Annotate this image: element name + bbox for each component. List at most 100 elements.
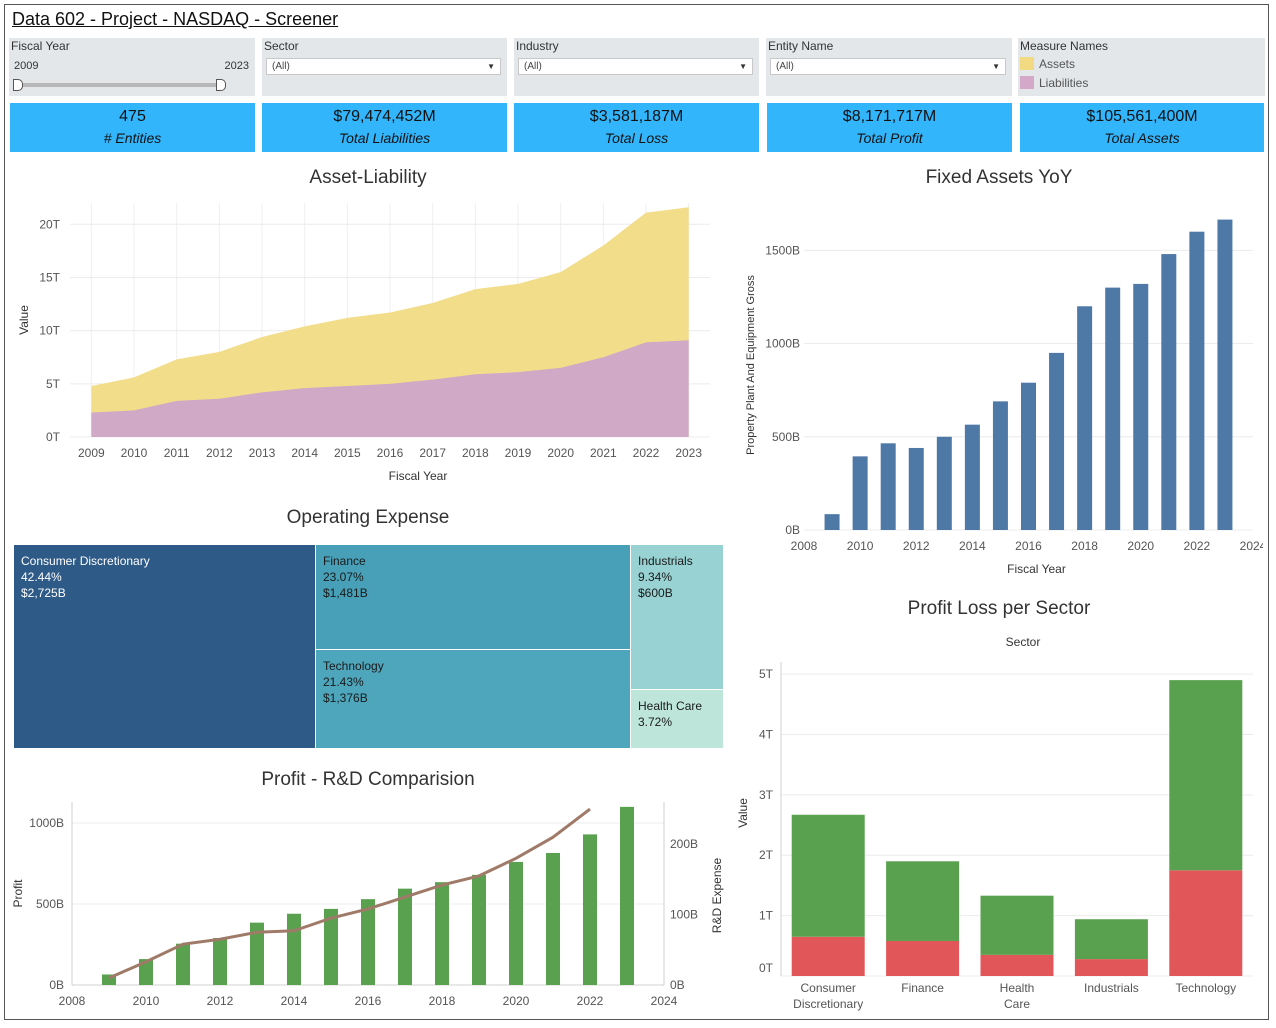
y-tick-label: 2T [759,848,774,862]
profit-bar [1074,919,1148,960]
profit-bar [472,874,486,985]
profit-rd-chart: 0B 500B 1000B 0B 100B 200B 2008 2010 2012 2014 201… [11,802,724,1008]
x-tick-label: 2022 [633,446,660,460]
fixed-assets-bar [908,447,924,530]
entity-filter: Entity Name (All) ▼ [766,38,1012,96]
y-tick-label: 20T [39,217,60,231]
y-tick-label: 0B [785,523,800,537]
kpi-total-profit: $8,171,717M Total Profit [767,103,1012,152]
kpi-value: $3,581,187M [589,108,684,125]
y-tick-label: 0T [46,430,61,444]
asset-liability-chart: 0T 5T 10T 15T 20T 2009 2010 2011 2012 2013 2014 201… [17,203,710,483]
assets-swatch [1020,57,1034,70]
x-tick-label: 2008 [59,994,86,1008]
x-tick-label: 2008 [791,539,818,553]
x-tick-label: 2017 [419,446,446,460]
sector-dropdown[interactable]: (All) ▼ [266,58,501,75]
x-tick-label: 2012 [903,539,930,553]
x-tick-label: 2022 [1184,539,1211,553]
x-tick-label: 2014 [291,446,318,460]
profit-bar [398,888,412,985]
x-tick-label: Health [1000,981,1035,995]
y-tick-label: 1000B [29,816,64,830]
y-tick-label: 1T [759,909,774,923]
kpi-label: Total Liabilities [338,130,431,146]
treemap-name: Finance [323,554,366,568]
y-tick-label: 4T [759,727,774,741]
kpi-value: $8,171,717M [842,108,937,125]
fixed-assets-bar [852,456,868,530]
fixed-assets-bar [1161,254,1177,530]
treemap-pct: 42.44% [21,570,62,584]
treemap-cell[interactable]: Industrials 9.34% $600B [631,545,723,689]
legend-item-assets[interactable]: Assets [1020,57,1075,72]
x-axis-label: Fiscal Year [1007,562,1066,576]
fiscal-year-slider-track[interactable] [17,83,222,87]
profit-bar [620,806,634,985]
y-axis-label: Property Plant And Equipment Gross [745,275,757,455]
x-tick-label: 2014 [281,994,308,1008]
treemap-name: Technology [323,659,384,673]
treemap-cell[interactable]: Technology 21.43% $1,376B [316,650,630,748]
treemap-cell[interactable]: Finance 23.07% $1,481B [316,545,630,649]
operating-expense-treemap: Consumer Discretionary 42.44% $2,725B Finan… [14,545,723,748]
profit-bar [886,861,960,941]
chevron-down-icon: ▼ [992,62,1000,71]
y-axis-label: Value [17,305,31,335]
legend-item-liabilities[interactable]: Liabilities [1020,76,1088,91]
treemap-cell-label: Technology 21.43% $1,376B [323,658,384,706]
y-axis-label: Value [736,798,750,828]
fixed-assets-bar [1021,382,1036,530]
legend-item-label: Assets [1039,57,1076,71]
profit-loss-subtitle: Sector [1005,635,1041,649]
x-tick-label: 2020 [503,994,530,1008]
x-tick-label: 2014 [959,539,986,553]
x-tick-label: Technology [1175,981,1236,995]
treemap-name: Industrials [638,554,693,568]
fiscal-year-filter: Fiscal Year 2009 2023 [9,38,255,96]
x-tick-label: 2012 [207,994,234,1008]
kpi-value: $79,474,452M [333,108,436,125]
kpi-label: # Entities [103,130,162,146]
profit-bar [980,895,1054,955]
treemap-pct: 9.34% [638,570,673,584]
x-tick-label: 2020 [1127,539,1154,553]
treemap-cell[interactable]: Consumer Discretionary 42.44% $2,725B [14,545,315,748]
treemap-value: $1,481B [323,586,368,600]
industry-dropdown[interactable]: (All) ▼ [518,58,753,75]
x-tick-label: 2018 [1071,539,1098,553]
loss-bar [1169,870,1243,976]
treemap-pct: 23.07% [323,570,364,584]
fiscal-year-max: 2023 [224,60,249,72]
fixed-assets-bar [1077,306,1093,530]
y-tick-label: 5T [46,377,61,391]
profit-bar [1169,680,1243,871]
y2-tick-label: 0B [670,978,685,992]
x-tick-label: Finance [901,981,944,995]
loss-bar [1074,959,1148,976]
fixed-assets-bar [824,514,840,530]
x-tick-label: 2015 [334,446,361,460]
x-tick-label: 2021 [590,446,617,460]
entity-dropdown[interactable]: (All) ▼ [770,58,1006,75]
profit-bar [583,834,597,985]
treemap-cell[interactable]: Health Care 3.72% [631,690,723,748]
kpi-label: Total Loss [604,130,669,146]
treemap-cell-label: Industrials 9.34% $600B [638,553,693,601]
profit-bar [791,814,865,937]
x-tick-label: 2013 [249,446,276,460]
fiscal-year-slider-max-handle[interactable] [216,79,226,91]
x-tick-label: 2010 [133,994,160,1008]
measure-names-legend: Measure Names Assets Liabilities [1018,38,1265,96]
kpi-value: $105,561,400M [1086,108,1198,125]
fixed-assets-chart: 0B 500B 1000B 1500B 2008 2010 2012 2014 2016 2018… [745,219,1263,576]
entity-dropdown-value: (All) [776,61,794,72]
fixed-assets-bar [1217,219,1233,530]
fiscal-year-slider-min-handle[interactable] [13,79,23,91]
x-tick-label: Discretionary [793,997,863,1011]
y-tick-label: 5T [759,667,774,681]
x-tick-label: 2019 [505,446,532,460]
x-tick-label: 2009 [78,446,105,460]
y2-tick-label: 100B [670,908,698,922]
y-tick-label: 1500B [765,243,800,257]
